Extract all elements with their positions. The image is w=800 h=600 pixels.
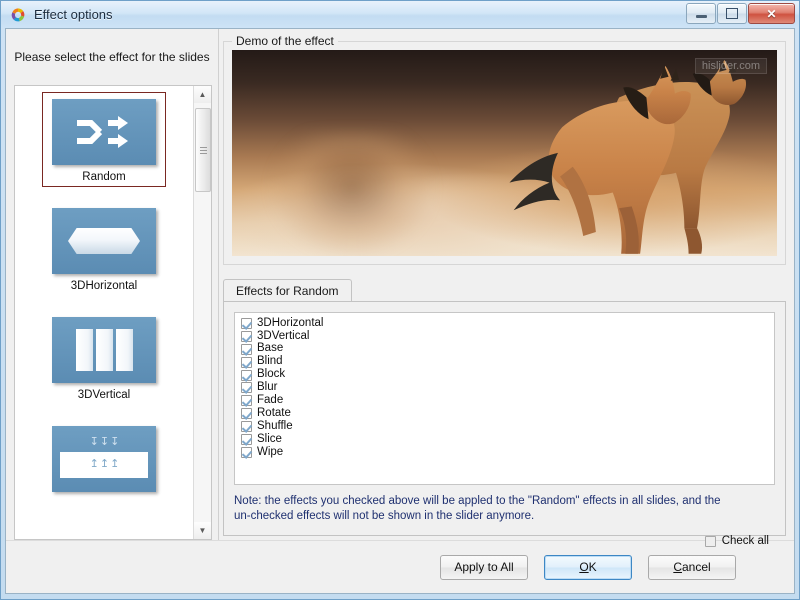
effect-checkbox[interactable] [241, 356, 252, 368]
cancel-button-label: Cancel [673, 560, 711, 574]
dialog-footer: Apply to All OK Cancel [6, 540, 794, 593]
effect-checkbox[interactable] [241, 369, 252, 381]
horse-illustration [509, 60, 746, 255]
minimize-icon [695, 15, 707, 18]
demo-preview-image: hislider.com [232, 50, 777, 256]
watermark-text: hislider.com [694, 58, 767, 74]
effect-label: Wipe [257, 445, 284, 458]
note-line-1: Note: the effects you checked above will… [234, 494, 721, 507]
scroll-down-icon[interactable]: ▼ [194, 522, 211, 539]
restore-icon [726, 8, 738, 19]
demo-group-title: Demo of the effect [232, 34, 338, 48]
thumbnail-scrollbar[interactable]: ▲ ▼ [193, 86, 211, 539]
effect-label: Shuffle [257, 419, 293, 432]
effect-item-3dvertical[interactable]: 3DVertical [241, 330, 768, 343]
ok-button[interactable]: OK [544, 554, 632, 580]
window-controls: ✕ [686, 3, 795, 24]
effect-item-block[interactable]: Block [241, 369, 768, 382]
thumbnail-label: 3DVertical [77, 389, 131, 401]
thumbnail-3dvertical[interactable]: 3DVertical [42, 310, 166, 405]
shuffle-arrows-icon [52, 99, 156, 165]
tabstrip: Effects for Random [223, 279, 786, 301]
title-bar: Effect options ✕ [1, 1, 799, 28]
scrollbar-thumb[interactable] [195, 108, 211, 192]
window-title: Effect options [34, 7, 113, 22]
apply-to-all-button[interactable]: Apply to All [440, 554, 528, 580]
effect-checkbox[interactable] [241, 421, 252, 433]
panel-instruction: Please select the effect for the slides [14, 50, 210, 64]
restore-button[interactable] [717, 3, 747, 24]
scroll-up-icon[interactable]: ▲ [194, 86, 211, 103]
thumbnail-random[interactable]: Random [42, 92, 166, 187]
effect-label: Blur [257, 381, 278, 394]
minimize-button[interactable] [686, 3, 716, 24]
effect-label: Blind [257, 355, 283, 368]
client-area: Please select the effect for the slides [5, 28, 795, 594]
tab-effects-for-random[interactable]: Effects for Random [223, 279, 352, 301]
effects-checklist[interactable]: 3DHorizontal 3DVertical Base Blind Block… [234, 312, 775, 485]
effect-thumbnail-list[interactable]: Random 3DHorizontal 3DVertical ↧ ↧ ↧ ↥ ↥… [14, 85, 212, 540]
effect-item-shuffle[interactable]: Shuffle [241, 420, 768, 433]
effect-item-slice[interactable]: Slice [241, 433, 768, 446]
hexagon-slab-icon [52, 208, 156, 274]
effect-label: 3DVertical [257, 329, 310, 342]
check-all-row[interactable]: Check all [704, 534, 769, 548]
thumbnail-container: Random 3DHorizontal 3DVertical ↧ ↧ ↧ ↥ ↥… [15, 86, 193, 539]
effect-chooser-panel: Please select the effect for the slides [6, 29, 219, 540]
thumbnail-blind[interactable]: ↧ ↧ ↧ ↥ ↥ ↥ [42, 419, 166, 502]
effects-note: Note: the effects you checked above will… [234, 494, 775, 547]
close-icon: ✕ [766, 6, 777, 21]
effect-item-rotate[interactable]: Rotate [241, 407, 768, 420]
effect-item-fade[interactable]: Fade [241, 394, 768, 407]
effect-label: 3DHorizontal [257, 316, 324, 329]
thumbnail-3dhorizontal[interactable]: 3DHorizontal [42, 201, 166, 296]
check-all-label: Check all [721, 534, 769, 547]
effect-label: Fade [257, 394, 284, 407]
effects-tab-area: Effects for Random 3DHorizontal 3DVertic… [223, 279, 786, 547]
effect-checkbox[interactable] [241, 317, 252, 329]
check-all-checkbox[interactable] [704, 535, 716, 547]
preview-and-effects-panel: Demo of the effect hislider.com Effects … [219, 29, 794, 547]
ok-button-label: OK [579, 560, 597, 574]
effect-item-wipe[interactable]: Wipe [241, 446, 768, 459]
effect-label: Rotate [257, 406, 291, 419]
effect-item-3dhorizontal[interactable]: 3DHorizontal [241, 317, 768, 330]
effect-item-blind[interactable]: Blind [241, 356, 768, 369]
effects-tab-pane: 3DHorizontal 3DVertical Base Blind Block… [223, 301, 786, 547]
thumbnail-label: 3DHorizontal [70, 280, 138, 292]
effect-checkbox[interactable] [241, 433, 252, 445]
effect-checkbox[interactable] [241, 343, 252, 355]
blind-arrows-icon: ↧ ↧ ↧ ↥ ↥ ↥ [52, 426, 156, 492]
cancel-button[interactable]: Cancel [648, 554, 736, 580]
three-panels-icon [52, 317, 156, 383]
effect-label: Slice [257, 432, 282, 445]
effect-checkbox[interactable] [241, 395, 252, 407]
background-horse [270, 132, 434, 256]
close-button[interactable]: ✕ [748, 3, 795, 24]
effect-checkbox[interactable] [241, 446, 252, 458]
app-ring-icon [10, 7, 26, 23]
effect-item-base[interactable]: Base [241, 343, 768, 356]
effect-checkbox[interactable] [241, 382, 252, 394]
body-area: Please select the effect for the slides [6, 29, 794, 547]
note-line-2: un-checked effects will not be shown in … [234, 510, 535, 523]
thumbnail-label: Random [82, 171, 126, 183]
effect-label: Block [257, 368, 286, 381]
effect-item-blur[interactable]: Blur [241, 381, 768, 394]
effect-options-window: Effect options ✕ Please select the effec… [0, 0, 800, 600]
effect-label: Base [257, 342, 284, 355]
scrollbar-grip [199, 146, 207, 154]
demo-groupbox: Demo of the effect hislider.com [223, 34, 786, 265]
effect-checkbox[interactable] [241, 408, 252, 420]
effect-checkbox[interactable] [241, 330, 252, 342]
